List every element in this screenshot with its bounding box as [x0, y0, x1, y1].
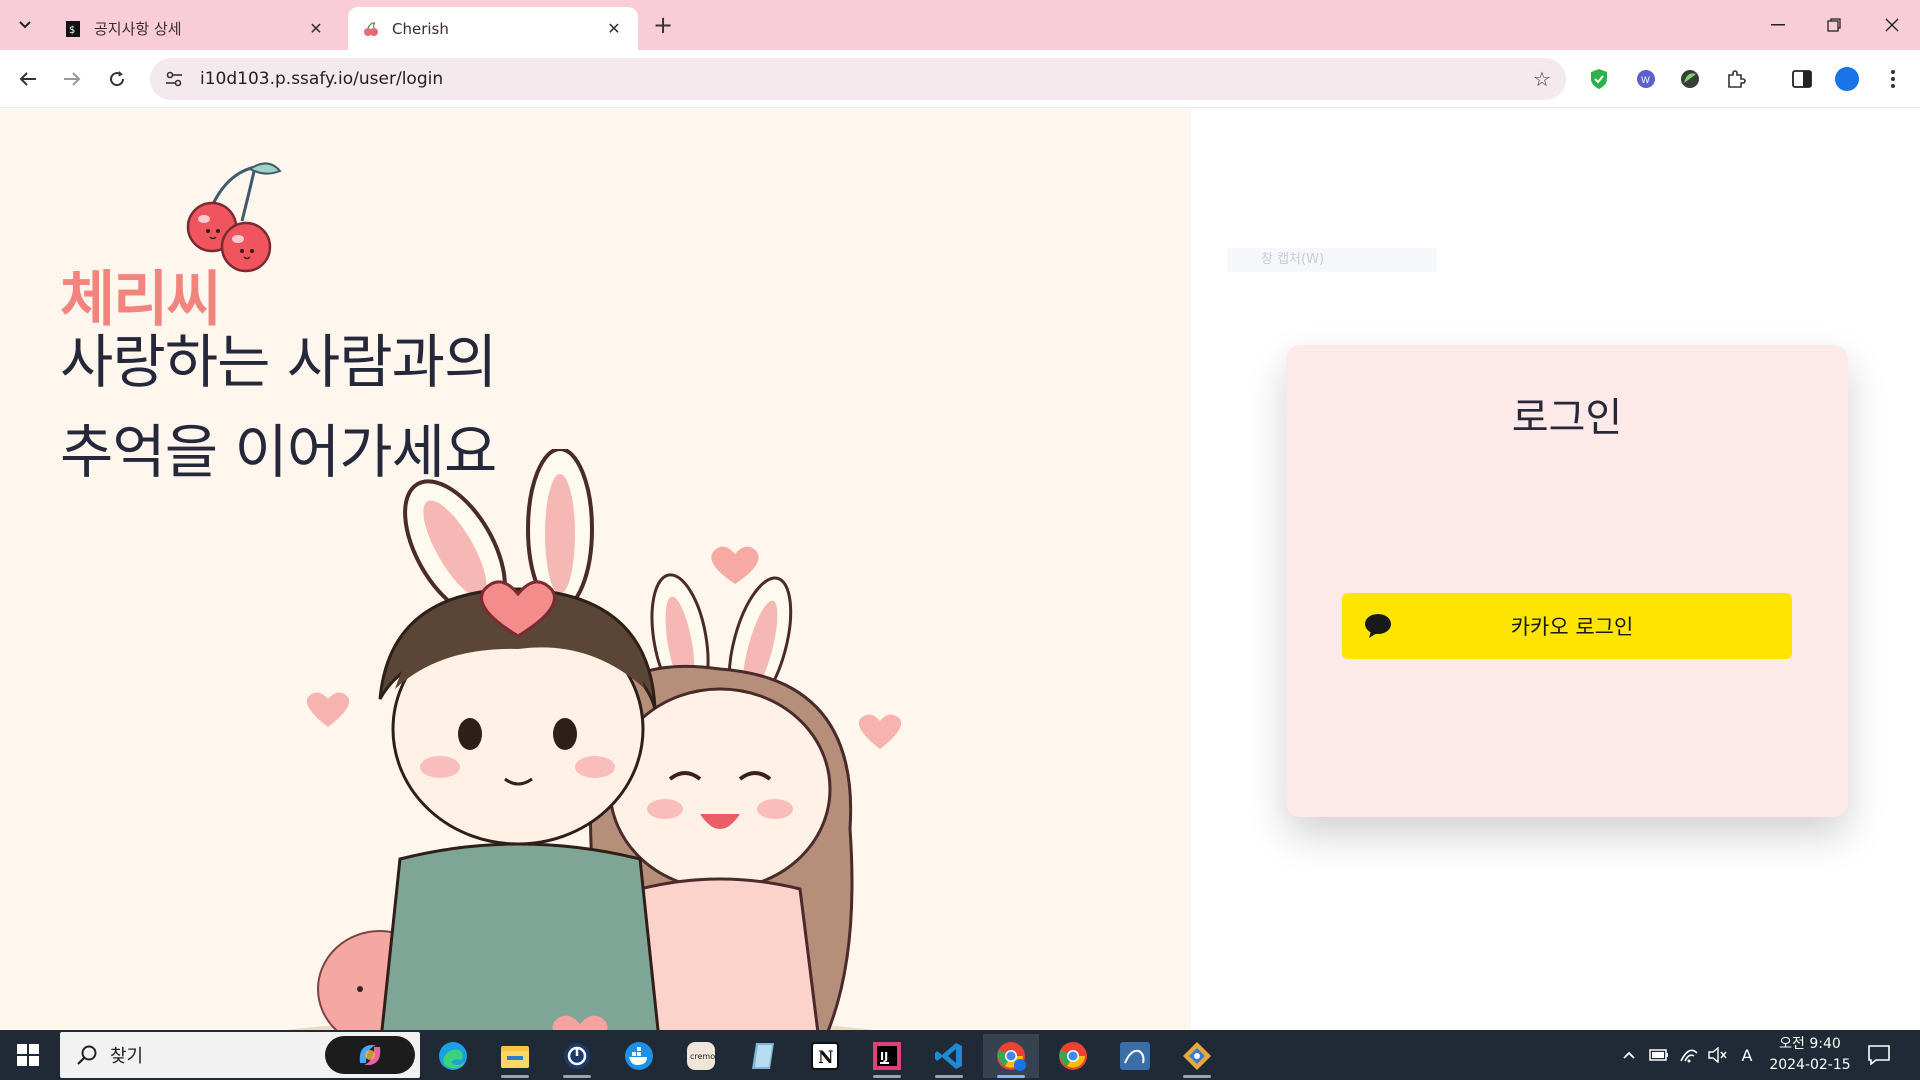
tray-overflow-chevron-icon[interactable]	[1618, 1044, 1640, 1066]
tab-cherish[interactable]: Cherish ✕	[348, 7, 638, 50]
cremo-icon: cremo	[687, 1042, 715, 1070]
battery-icon[interactable]	[1648, 1044, 1670, 1066]
close-window-icon[interactable]	[1872, 10, 1912, 40]
page-content: 체리씨 사랑하는 사람과의 추억을 이어가세요 창 캡처(W) 로그인 카카오 …	[0, 109, 1920, 1030]
back-button[interactable]	[13, 64, 43, 94]
mysql-workbench-icon	[1120, 1042, 1150, 1070]
taskbar-mysql-workbench[interactable]	[1107, 1034, 1163, 1078]
forward-button[interactable]	[57, 64, 87, 94]
reload-button[interactable]	[102, 64, 132, 94]
tab-notice-detail[interactable]: $ 공지사항 상세 ✕	[50, 7, 340, 50]
notes-icon	[752, 1043, 774, 1069]
edge-icon	[439, 1042, 467, 1070]
adblock-shield-icon[interactable]	[1586, 66, 1612, 92]
running-indicator	[997, 1075, 1025, 1078]
hero-panel: 체리씨 사랑하는 사람과의 추억을 이어가세요	[0, 109, 1191, 1030]
svg-text:W: W	[1641, 76, 1650, 86]
running-indicator	[935, 1075, 963, 1078]
svg-text:cremo: cremo	[690, 1052, 715, 1061]
arrow-left-icon	[19, 72, 36, 86]
clock-time: 오전 9:40	[1779, 1036, 1841, 1052]
login-title: 로그인	[1511, 395, 1623, 441]
clock-date: 2024-02-15	[1769, 1057, 1851, 1073]
new-tab-button[interactable]: +	[650, 11, 676, 39]
chrome-profile-icon	[997, 1042, 1026, 1071]
running-indicator	[501, 1075, 529, 1078]
menu-kebab-icon[interactable]	[1880, 66, 1906, 92]
browser-tab-bar: $ 공지사항 상세 ✕ Cherish ✕ +	[0, 0, 1920, 50]
svg-text:N: N	[818, 1048, 834, 1068]
site-info-icon[interactable]	[156, 61, 192, 97]
reload-icon	[110, 71, 125, 87]
system-clock[interactable]: 오전 9:40 2024-02-15	[1760, 1034, 1860, 1076]
tab-search-button[interactable]	[12, 12, 38, 38]
notion-icon: N	[811, 1042, 839, 1070]
chevron-down-icon	[19, 21, 31, 29]
chrome-icon	[1059, 1042, 1087, 1070]
docker-icon	[625, 1042, 653, 1070]
svg-text:IJ: IJ	[880, 1050, 888, 1063]
search-placeholder: 찾기	[110, 1046, 144, 1067]
extensions-puzzle-icon[interactable]	[1723, 66, 1749, 92]
running-indicator	[873, 1075, 901, 1078]
volume-muted-icon[interactable]	[1706, 1044, 1728, 1066]
extension-colorful-icon[interactable]	[1677, 66, 1703, 92]
focus-timer-icon	[564, 1043, 590, 1069]
copilot-button[interactable]	[325, 1036, 415, 1074]
speech-bubble-icon	[1365, 614, 1391, 638]
cherry-favicon-icon	[362, 20, 380, 38]
taskbar-chrome[interactable]	[1045, 1034, 1101, 1078]
running-indicator	[1183, 1075, 1211, 1078]
extension-globe-icon[interactable]: W	[1633, 66, 1659, 92]
profile-avatar[interactable]	[1834, 66, 1860, 92]
vscode-icon	[935, 1043, 962, 1069]
taskbar-cremo[interactable]: cremo	[673, 1034, 729, 1078]
intellij-icon: IJ	[873, 1042, 901, 1070]
notification-icon	[1868, 1045, 1890, 1065]
login-card: 로그인 카카오 로그인	[1286, 345, 1848, 817]
arrow-right-icon	[64, 72, 81, 86]
search-icon	[72, 1044, 102, 1066]
windows-logo-icon	[17, 1044, 39, 1066]
tab-title: Cherish	[392, 19, 449, 38]
running-indicator	[563, 1075, 591, 1078]
taskbar-edge[interactable]	[425, 1034, 481, 1078]
taskbar-notion[interactable]: N	[797, 1034, 853, 1078]
taskbar-git-client[interactable]	[1169, 1034, 1225, 1078]
address-bar[interactable]: i10d103.p.ssafy.io/user/login ☆	[150, 58, 1566, 100]
taskbar-docker[interactable]	[611, 1034, 667, 1078]
tab-close-icon[interactable]: ✕	[604, 19, 624, 39]
tab-close-icon[interactable]: ✕	[306, 19, 326, 39]
browser-toolbar: i10d103.p.ssafy.io/user/login ☆ W	[0, 50, 1920, 108]
url-text: i10d103.p.ssafy.io/user/login	[200, 69, 444, 89]
taskbar-intellij[interactable]: IJ	[859, 1034, 915, 1078]
side-panel-icon[interactable]	[1789, 66, 1815, 92]
taskbar-focus-app[interactable]	[549, 1034, 605, 1078]
copilot-icon	[359, 1045, 381, 1065]
ime-indicator[interactable]: A	[1736, 1044, 1758, 1066]
notification-center-button[interactable]	[1864, 1042, 1894, 1068]
tab-title: 공지사항 상세	[94, 20, 182, 38]
notion-favicon-icon: $	[64, 20, 82, 38]
taskbar-vscode[interactable]	[921, 1034, 977, 1078]
minimize-icon[interactable]	[1758, 10, 1798, 40]
taskbar-notes-app[interactable]	[735, 1034, 791, 1078]
wifi-icon[interactable]	[1678, 1044, 1700, 1066]
restore-icon[interactable]	[1814, 10, 1854, 40]
taskbar-chrome-profile[interactable]	[983, 1034, 1039, 1078]
svg-text:$: $	[69, 25, 75, 36]
couple-bunny-illustration	[285, 449, 902, 1030]
git-client-icon	[1183, 1042, 1211, 1070]
kakao-login-button[interactable]: 카카오 로그인	[1342, 593, 1792, 659]
windows-taskbar: 찾기 cremo N IJ A 오전 9:40 2024-02-15	[0, 1030, 1920, 1080]
file-explorer-icon	[501, 1046, 529, 1068]
kakao-login-label: 카카오 로그인	[1510, 615, 1634, 639]
windows-start-button[interactable]	[12, 1040, 44, 1070]
taskbar-file-explorer[interactable]	[487, 1034, 543, 1078]
bookmark-star-icon[interactable]: ☆	[1524, 61, 1560, 97]
ghost-tooltip: 창 캡처(W)	[1227, 248, 1437, 272]
tagline-line-1: 사랑하는 사람과의	[60, 328, 497, 396]
